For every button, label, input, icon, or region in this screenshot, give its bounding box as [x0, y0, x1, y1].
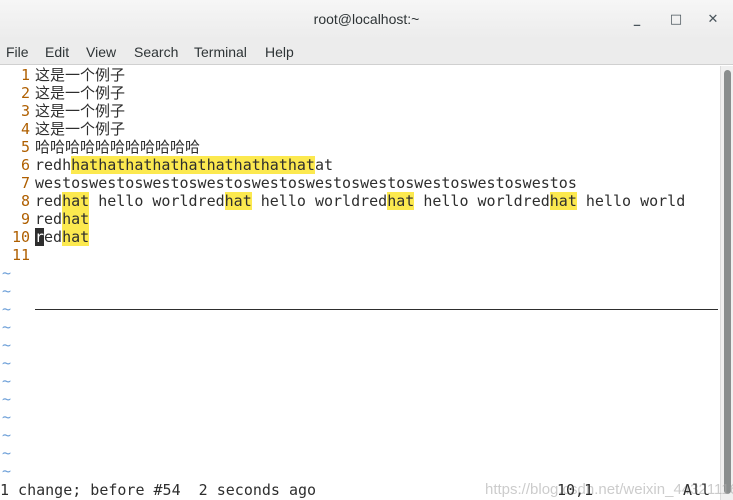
editor-line: 5 哈哈哈哈哈哈哈哈哈哈哈: [0, 138, 200, 156]
editor-line: 6 redhhathathathathathathathathatat: [0, 156, 333, 174]
line-text: hello world: [576, 192, 686, 210]
search-highlight: hat: [62, 228, 90, 246]
line-text: hello worldred: [89, 192, 225, 210]
line-text: westoswestoswestoswestoswestoswestoswest…: [35, 174, 577, 192]
minimize-icon[interactable]: _: [627, 10, 647, 30]
scroll-position: All: [683, 481, 711, 499]
window-title: root@localhost:~: [313, 11, 420, 27]
line-number: 7: [20, 174, 30, 192]
line-text: redh: [35, 156, 72, 174]
line-number: 8: [20, 192, 30, 210]
line-text: 这是一个例子: [35, 66, 126, 84]
line-text: 这是一个例子: [35, 120, 126, 138]
close-icon[interactable]: ✕: [703, 10, 723, 30]
empty-line-tilde: ~: [2, 426, 12, 444]
menu-view[interactable]: View: [86, 44, 116, 60]
scrollbar[interactable]: [720, 66, 733, 500]
search-highlight: hathathathathathathathathat: [71, 156, 315, 174]
editor-line: 8 redhat hello worldredhat hello worldred…: [0, 192, 685, 210]
editor-line: 10 redhat: [0, 228, 90, 246]
empty-line-tilde: ~: [2, 462, 12, 480]
line-number: 5: [20, 138, 30, 156]
maximize-icon[interactable]: □: [666, 10, 686, 30]
empty-line-tilde: ~: [2, 264, 12, 282]
menu-edit[interactable]: Edit: [45, 44, 69, 60]
line-text: 哈哈哈哈哈哈哈哈哈哈哈: [35, 138, 201, 156]
status-message: 1 change; before #54 2 seconds ago: [0, 481, 317, 499]
empty-line-tilde: ~: [2, 390, 12, 408]
line-number: 2: [20, 84, 30, 102]
search-highlight: hat: [62, 210, 90, 228]
editor-line: 2 这是一个例子: [0, 84, 125, 102]
line-number: 9: [20, 210, 30, 228]
editor-line: 1 这是一个例子: [0, 66, 125, 84]
empty-line-tilde: ~: [2, 372, 12, 390]
empty-line-tilde: ~: [2, 444, 12, 462]
line-text: hello worldred: [414, 192, 550, 210]
editor-line: 11: [0, 246, 35, 264]
editor-line: 9 redhat: [0, 210, 90, 228]
search-highlight: hat: [62, 192, 90, 210]
empty-line-tilde: ~: [2, 282, 12, 300]
search-highlight: hat: [387, 192, 415, 210]
menu-file[interactable]: File: [6, 44, 29, 60]
line-text: hello worldred: [251, 192, 388, 210]
search-highlight: hat: [549, 192, 577, 210]
editor-line: 3 这是一个例子: [0, 102, 125, 120]
line-number: 1: [20, 66, 30, 84]
line-text: 这是一个例子: [35, 102, 126, 120]
line-text: red: [35, 192, 63, 210]
line-text: ed: [44, 228, 63, 246]
menu-bar: File Edit View Search Terminal Help: [0, 40, 733, 65]
empty-line-tilde: ~: [2, 354, 12, 372]
line-text: at: [314, 156, 334, 174]
title-bar: root@localhost:~ _ □ ✕: [0, 0, 733, 40]
empty-line-tilde: ~: [2, 300, 12, 318]
cursor-position: 10,1: [557, 481, 594, 499]
menu-search[interactable]: Search: [134, 44, 178, 60]
search-highlight: hat: [224, 192, 252, 210]
menu-terminal[interactable]: Terminal: [194, 44, 247, 60]
line-number: 10: [11, 228, 30, 246]
line-number: 11: [11, 246, 30, 264]
line-number: 6: [20, 156, 30, 174]
menu-help[interactable]: Help: [265, 44, 294, 60]
line-number: 3: [20, 102, 30, 120]
scrollbar-thumb[interactable]: [724, 70, 731, 494]
editor-line: 7 westoswestoswestoswestoswestoswestoswes…: [0, 174, 577, 192]
line-text: 这是一个例子: [35, 84, 126, 102]
editor-line: 4 这是一个例子: [0, 120, 125, 138]
line-number: 4: [20, 120, 30, 138]
empty-line-tilde: ~: [2, 408, 12, 426]
cursorline-underline: [35, 309, 718, 310]
empty-line-tilde: ~: [2, 318, 12, 336]
line-text: red: [35, 210, 63, 228]
cursor: r: [35, 228, 45, 246]
empty-line-tilde: ~: [2, 336, 12, 354]
vim-editor[interactable]: 1 这是一个例子 2 这是一个例子 3 这是一个例子 4 这是一个例子 5 哈哈哈哈哈哈哈哈哈哈哈…: [0, 66, 720, 500]
